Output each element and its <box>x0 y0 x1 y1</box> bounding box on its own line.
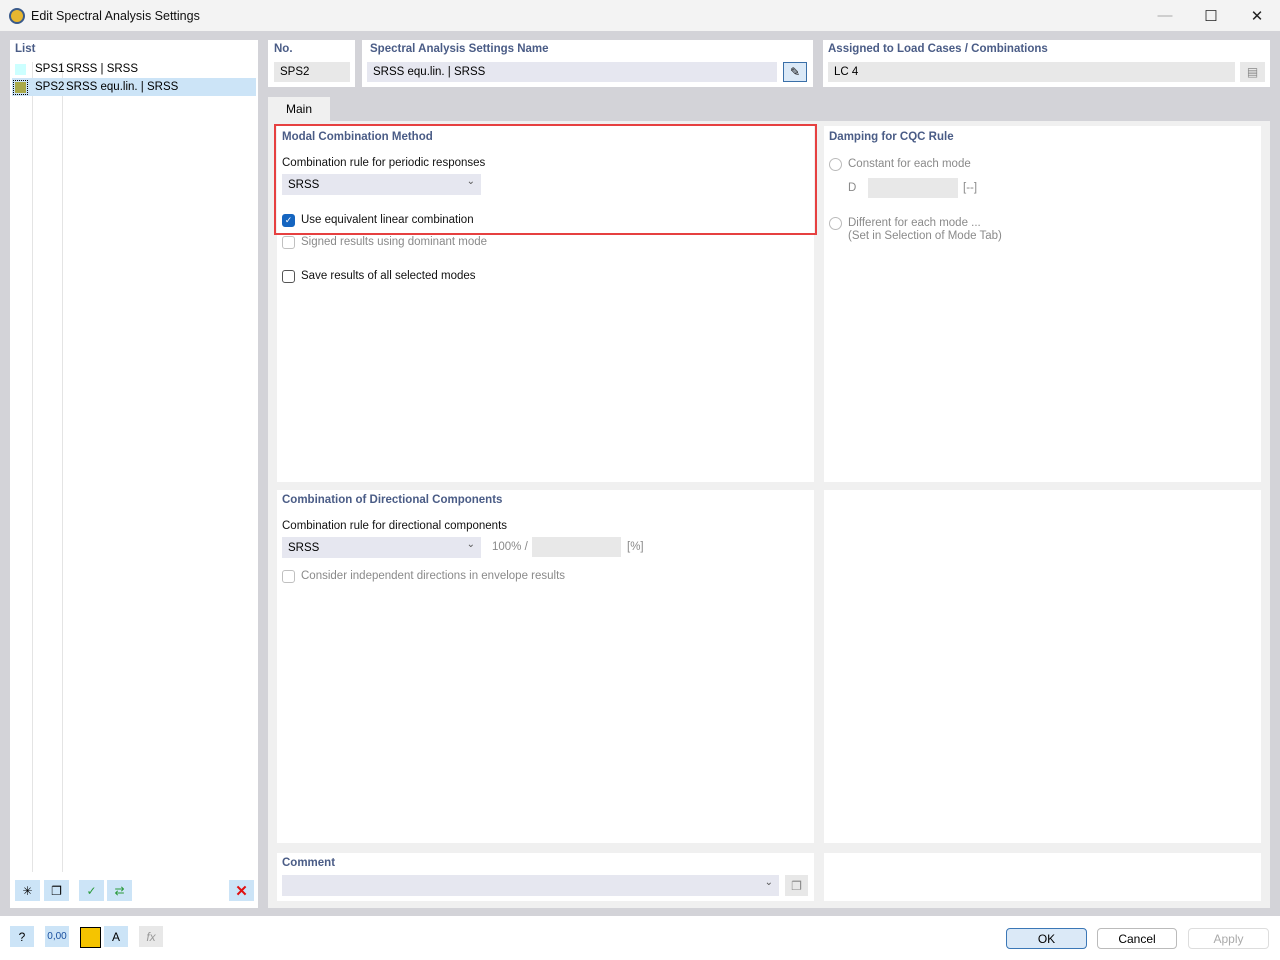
check-all-icon: ✓ <box>86 883 97 898</box>
list-panel: List SPS1 SRSS | SRSS SPS2 SRSS equ.lin.… <box>10 40 258 908</box>
copy-item-button[interactable]: ❐ <box>44 880 69 901</box>
assigned-panel: Assigned to Load Cases / Combinations LC… <box>823 40 1270 87</box>
d-input[interactable] <box>868 178 958 198</box>
display-settings-button[interactable]: A <box>104 926 128 947</box>
modal-combination-panel: Modal Combination Method Combination rul… <box>277 126 814 482</box>
edit-icon: ✎ <box>789 65 801 79</box>
number-label: No. <box>274 43 293 55</box>
minimize-button[interactable]: — <box>1142 0 1188 31</box>
different-label: Different for each mode ... <box>848 217 981 229</box>
directional-title: Combination of Directional Components <box>282 494 503 506</box>
directional-rule-select[interactable]: SRSS ⌄ <box>282 537 481 558</box>
maximize-button[interactable]: ☐ <box>1188 0 1234 31</box>
app-icon <box>9 7 25 24</box>
units-icon: 0,00 <box>47 931 67 942</box>
tab-main[interactable]: Main <box>268 97 330 121</box>
chevron-down-icon: ⌄ <box>764 877 773 888</box>
list-item[interactable]: SPS1 SRSS | SRSS <box>12 60 256 78</box>
constant-label: Constant for each mode <box>848 158 971 170</box>
modal-title: Modal Combination Method <box>282 131 433 143</box>
help-button[interactable]: ? <box>10 926 34 947</box>
periodic-rule-label: Combination rule for periodic responses <box>282 157 486 169</box>
different-radio[interactable] <box>829 217 842 230</box>
comment-library-button[interactable]: ❐ <box>785 875 808 896</box>
title-bar: Edit Spectral Analysis Settings — ☐ ✕ <box>0 0 1280 31</box>
save-results-checkbox[interactable] <box>282 270 295 283</box>
edit-name-button[interactable]: ✎ <box>783 62 807 82</box>
damping-title: Damping for CQC Rule <box>829 131 954 143</box>
color-swatch <box>13 79 28 95</box>
comment-panel: Comment ⌄ ❐ <box>277 853 814 901</box>
d-unit: [--] <box>963 182 978 194</box>
formula-icon: fx <box>146 929 156 944</box>
bottom-bar: ? 0,00 A fx OK Cancel Apply <box>0 916 1280 960</box>
delete-icon: ✕ <box>235 882 248 900</box>
empty-panel <box>824 490 1261 843</box>
apply-button[interactable]: Apply <box>1188 928 1269 949</box>
empty-comment-panel <box>824 853 1261 901</box>
d-label: D <box>848 182 857 194</box>
list-icon: ▤ <box>1246 65 1259 79</box>
periodic-rule-select[interactable]: SRSS ⌄ <box>282 174 481 195</box>
toggle-check-icon: ⇄ <box>114 883 125 898</box>
list-title: List <box>15 43 36 55</box>
directional-panel: Combination of Directional Components Co… <box>277 490 814 843</box>
assigned-label: Assigned to Load Cases / Combinations <box>828 43 1048 55</box>
chevron-down-icon: ⌄ <box>466 539 475 550</box>
constant-radio[interactable] <box>829 158 842 171</box>
window-title: Edit Spectral Analysis Settings <box>31 8 200 23</box>
comment-label: Comment <box>282 857 336 869</box>
copy-icon: ❐ <box>51 883 62 898</box>
new-icon: ✳ <box>22 883 33 898</box>
comment-input[interactable]: ⌄ <box>282 875 779 896</box>
display-icon: A <box>111 929 120 944</box>
new-item-button[interactable]: ✳ <box>15 880 40 901</box>
percent-unit: [%] <box>627 541 644 553</box>
cancel-button[interactable]: Cancel <box>1097 928 1177 949</box>
name-label: Spectral Analysis Settings Name <box>370 43 549 55</box>
damping-panel: Damping for CQC Rule Constant for each m… <box>824 126 1261 482</box>
main-tab-content: Modal Combination Method Combination rul… <box>268 121 1270 908</box>
assigned-field: LC 4 <box>828 62 1235 82</box>
different-sub: (Set in Selection of Mode Tab) <box>848 230 1002 242</box>
equiv-linear-checkbox[interactable]: ✓ <box>282 214 295 227</box>
ok-button[interactable]: OK <box>1006 928 1087 949</box>
save-results-label: Save results of all selected modes <box>301 270 476 282</box>
dialog-client: List SPS1 SRSS | SRSS SPS2 SRSS equ.lin.… <box>0 31 1280 916</box>
list-item-selected[interactable]: SPS2 SRSS equ.lin. | SRSS <box>12 78 256 96</box>
independent-directions-label: Consider independent directions in envel… <box>301 570 566 582</box>
name-panel: Spectral Analysis Settings Name SRSS equ… <box>362 40 813 87</box>
directional-rule-label: Combination rule for directional compone… <box>282 520 508 532</box>
signed-results-checkbox[interactable] <box>282 236 295 249</box>
copy-icon: ❐ <box>791 878 802 893</box>
delete-button[interactable]: ✕ <box>229 880 254 901</box>
select-load-cases-button[interactable]: ▤ <box>1240 62 1265 82</box>
equiv-linear-label: Use equivalent linear combination <box>301 214 474 226</box>
check-all-button[interactable]: ✓ <box>79 880 104 901</box>
independent-directions-checkbox[interactable] <box>282 570 295 583</box>
number-panel: No. SPS2 <box>268 40 355 87</box>
chevron-down-icon: ⌄ <box>466 176 475 187</box>
color-button[interactable] <box>80 927 101 948</box>
name-input[interactable]: SRSS equ.lin. | SRSS <box>367 62 777 82</box>
signed-results-label: Signed results using dominant mode <box>301 236 488 248</box>
units-button[interactable]: 0,00 <box>45 926 69 947</box>
percent-input[interactable] <box>532 537 621 557</box>
percent-prefix: 100% / <box>492 541 528 553</box>
formula-button[interactable]: fx <box>139 926 163 947</box>
help-icon: ? <box>18 929 26 944</box>
color-swatch <box>15 63 26 75</box>
number-field: SPS2 <box>274 62 350 82</box>
toggle-check-button[interactable]: ⇄ <box>107 880 132 901</box>
close-button[interactable]: ✕ <box>1234 0 1280 31</box>
